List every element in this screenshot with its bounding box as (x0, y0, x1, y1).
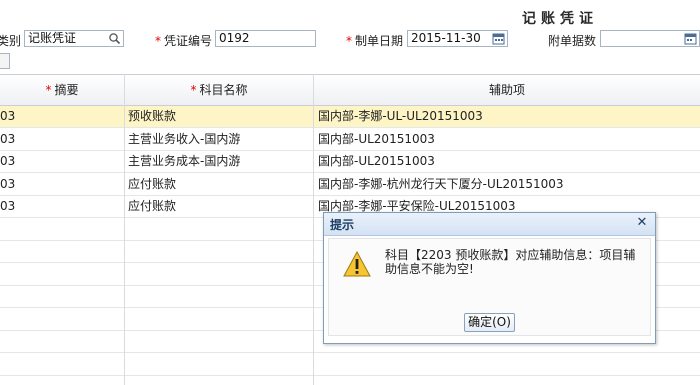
required-mark: * (346, 34, 352, 48)
cell-account[interactable] (128, 241, 310, 262)
calendar-icon[interactable] (492, 32, 505, 45)
voucher-type-label: 类别 (0, 34, 22, 48)
cell-summary[interactable]: 03 (0, 196, 120, 217)
cell-account[interactable]: 应付账款 (128, 174, 310, 195)
column-account[interactable]: * 科目名称 (125, 75, 313, 105)
cell-auxiliary[interactable]: 国内部-李娜-杭州龙行天下厦分-UL20151003 (318, 174, 696, 195)
table-row[interactable] (0, 354, 700, 376)
cell-summary[interactable] (0, 264, 120, 285)
table-row[interactable]: 03 预收账款 国内部-李娜-UL-UL20151003 (0, 106, 700, 128)
toolbar-button[interactable] (0, 53, 10, 69)
cell-summary[interactable] (0, 286, 120, 307)
cell-summary[interactable]: 03 (0, 151, 120, 172)
column-auxiliary[interactable]: 辅助项 (314, 75, 700, 105)
attachments-label: 附单据数 (548, 34, 597, 48)
cell-account[interactable] (128, 331, 310, 352)
alert-dialog: 提示 ✕ 科目【2203 预收账款】对应辅助信息：项目辅助信息不能为空! 确定(… (323, 212, 656, 344)
grid-header: * 摘要 * 科目名称 辅助项 (0, 74, 700, 106)
dialog-message: 科目【2203 预收账款】对应辅助信息：项目辅助信息不能为空! (385, 248, 636, 276)
cell-auxiliary[interactable]: 国内部-UL20151003 (318, 151, 696, 172)
cell-account[interactable] (128, 264, 310, 285)
column-divider (313, 74, 314, 385)
cell-summary[interactable] (0, 309, 120, 330)
calendar-icon[interactable] (684, 32, 697, 45)
date-label: * 制单日期 (346, 34, 404, 48)
voucher-type-value: 记账凭证 (28, 31, 77, 45)
cell-account[interactable] (128, 309, 310, 330)
voucher-type-field[interactable]: 记账凭证 (24, 30, 124, 47)
dialog-title: 提示 (330, 218, 355, 232)
table-row[interactable]: 03 应付账款 国内部-李娜-杭州龙行天下厦分-UL20151003 (0, 174, 700, 196)
table-row[interactable]: 03 主营业务收入-国内游 国内部-UL20151003 (0, 129, 700, 151)
cell-account[interactable]: 预收账款 (128, 106, 310, 127)
search-icon[interactable] (108, 32, 121, 45)
cell-account[interactable] (128, 286, 310, 307)
voucher-no-label: * 凭证编号 (155, 34, 213, 48)
cell-summary[interactable] (0, 331, 120, 352)
cell-auxiliary[interactable]: 国内部-UL20151003 (318, 129, 696, 150)
close-icon[interactable]: ✕ (635, 216, 649, 230)
cell-summary[interactable]: 03 (0, 129, 120, 150)
column-summary[interactable]: * 摘要 (0, 75, 124, 105)
voucher-no-value: 0192 (219, 31, 250, 45)
cell-summary[interactable] (0, 354, 120, 375)
cell-account[interactable] (128, 219, 310, 240)
cell-summary[interactable]: 03 (0, 174, 120, 195)
cell-summary[interactable]: 03 (0, 106, 120, 127)
cell-auxiliary[interactable]: 国内部-李娜-UL-UL20151003 (318, 106, 696, 127)
attachments-field[interactable] (600, 30, 700, 47)
cell-account[interactable]: 主营业务收入-国内游 (128, 129, 310, 150)
page-title: 记账凭证 (522, 11, 598, 27)
cell-account[interactable]: 应付账款 (128, 196, 310, 217)
cell-summary[interactable] (0, 219, 120, 240)
dialog-body: 科目【2203 预收账款】对应辅助信息：项目辅助信息不能为空! 确定(O) (328, 238, 651, 336)
cell-account[interactable]: 主营业务成本-国内游 (128, 151, 310, 172)
cell-account[interactable] (128, 354, 310, 375)
date-value: 2015-11-30 (411, 31, 481, 45)
warning-icon (343, 251, 371, 277)
cell-summary[interactable] (0, 241, 120, 262)
voucher-no-field[interactable]: 0192 (215, 30, 316, 47)
required-mark: * (155, 34, 161, 48)
table-row[interactable]: 03 主营业务成本-国内游 国内部-UL20151003 (0, 151, 700, 173)
voucher-header: 记账凭证 类别 记账凭证 * 凭证编号 0192 * 制单日期 2015-11-30… (0, 0, 700, 73)
dialog-titlebar[interactable]: 提示 ✕ (324, 213, 655, 236)
column-divider (124, 74, 125, 385)
cell-auxiliary[interactable] (318, 354, 696, 375)
ok-button[interactable]: 确定(O) (464, 313, 515, 332)
date-field[interactable]: 2015-11-30 (407, 30, 508, 47)
